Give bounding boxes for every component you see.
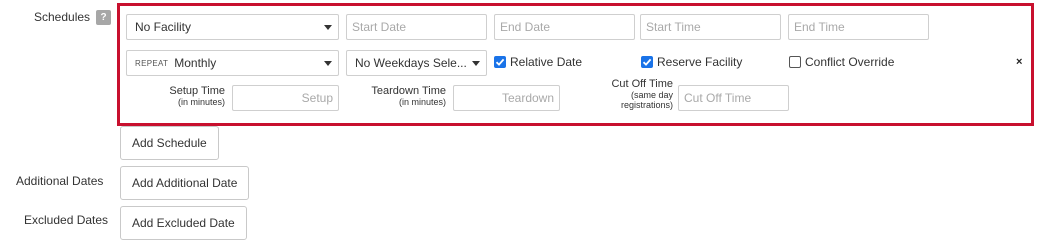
- weekdays-select[interactable]: No Weekdays Sele...: [346, 50, 487, 76]
- end-time-input[interactable]: [788, 14, 929, 40]
- checkbox-checked-icon: [641, 56, 653, 68]
- repeat-tag: REPEAT: [135, 58, 169, 68]
- excluded-dates-label: Excluded Dates: [24, 213, 109, 227]
- end-date-input[interactable]: [494, 14, 635, 40]
- cutoff-time-sublabel-1: (same day: [630, 90, 673, 100]
- conflict-override-label: Conflict Override: [805, 55, 895, 69]
- conflict-override-checkbox[interactable]: Conflict Override: [789, 55, 894, 69]
- cutoff-time-label: Cut Off Time (same day registrations): [570, 78, 673, 111]
- checkbox-unchecked-icon: [789, 56, 801, 68]
- checkbox-checked-icon: [494, 56, 506, 68]
- chevron-down-icon: [324, 61, 332, 66]
- remove-schedule-icon[interactable]: ×: [1016, 56, 1022, 68]
- chevron-down-icon: [324, 25, 332, 30]
- help-icon[interactable]: ?: [96, 10, 111, 25]
- add-schedule-button[interactable]: Add Schedule: [120, 126, 219, 160]
- repeat-select-value: Monthly: [174, 56, 217, 70]
- teardown-time-input[interactable]: [453, 85, 560, 111]
- setup-time-label-text: Setup Time: [169, 85, 225, 97]
- add-additional-date-button[interactable]: Add Additional Date: [120, 166, 250, 200]
- add-excluded-date-button[interactable]: Add Excluded Date: [120, 206, 247, 240]
- facility-select-value: No Facility: [135, 20, 192, 34]
- reserve-facility-checkbox[interactable]: Reserve Facility: [641, 55, 742, 69]
- schedule-panel: No Facility REPEAT Monthly No Weekdays S…: [117, 3, 1034, 126]
- reserve-facility-label: Reserve Facility: [657, 55, 743, 69]
- setup-time-sublabel: (in minutes): [177, 97, 225, 107]
- schedules-label: Schedules: [34, 10, 90, 24]
- teardown-time-sublabel: (in minutes): [398, 97, 446, 107]
- relative-date-label: Relative Date: [510, 55, 583, 69]
- teardown-time-label-text: Teardown Time: [371, 85, 446, 97]
- start-date-input[interactable]: [346, 14, 487, 40]
- setup-time-label: Setup Time (in minutes): [126, 85, 225, 108]
- start-time-input[interactable]: [640, 14, 781, 40]
- schedules-label-text: Schedules: [34, 10, 91, 24]
- weekdays-select-value: No Weekdays Sele...: [355, 56, 467, 70]
- cutoff-time-input[interactable]: [678, 85, 789, 111]
- facility-select[interactable]: No Facility: [126, 14, 339, 40]
- chevron-down-icon: [472, 61, 480, 66]
- setup-time-input[interactable]: [232, 85, 339, 111]
- teardown-time-label: Teardown Time (in minutes): [346, 85, 446, 108]
- cutoff-time-sublabel-2: registrations): [620, 100, 673, 110]
- relative-date-checkbox[interactable]: Relative Date: [494, 55, 582, 69]
- cutoff-time-label-text: Cut Off Time: [611, 78, 673, 90]
- repeat-select[interactable]: REPEAT Monthly: [126, 50, 339, 76]
- additional-dates-label: Additional Dates: [16, 174, 104, 188]
